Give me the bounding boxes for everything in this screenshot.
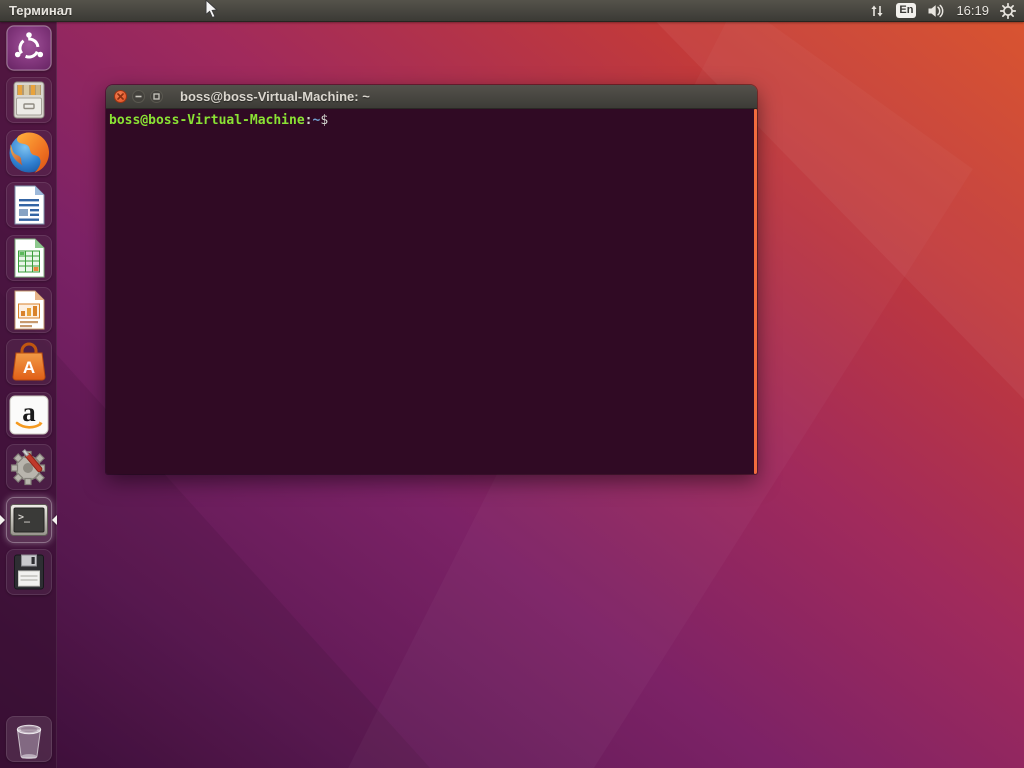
launcher-item-dash[interactable] <box>6 25 52 71</box>
amazon-icon: a <box>6 392 52 438</box>
terminal-prompt: boss@boss-Virtual-Machine:~$ <box>109 113 328 128</box>
files-icon <box>6 77 52 123</box>
panel-app-title[interactable]: Терминал <box>0 3 72 18</box>
system-settings-icon <box>6 444 52 490</box>
terminal-focused-indicator-arrow <box>52 515 57 525</box>
launcher-item-amazon[interactable]: a <box>6 392 52 438</box>
ubuntu-software-icon: A <box>6 339 52 385</box>
libreoffice-calc-icon <box>6 235 52 281</box>
text-input-arrows-icon[interactable] <box>869 3 885 19</box>
launcher-item-libreoffice-calc[interactable] <box>6 235 52 281</box>
launcher-item-libreoffice-impress[interactable] <box>6 287 52 333</box>
launcher-item-ubuntu-software[interactable]: A <box>6 339 52 385</box>
terminal-prompt-glyph: >_ <box>18 512 31 523</box>
volume-icon[interactable] <box>927 3 945 19</box>
prompt-symbol: $ <box>320 113 328 128</box>
maximize-button[interactable] <box>150 90 163 103</box>
launcher-item-trash[interactable] <box>6 716 52 762</box>
libreoffice-writer-icon <box>6 182 52 228</box>
terminal-body[interactable]: boss@boss-Virtual-Machine:~$ <box>106 109 757 474</box>
terminal-icon: >_ <box>6 497 52 543</box>
terminal-window-title: boss@boss-Virtual-Machine: ~ <box>180 89 370 104</box>
terminal-titlebar[interactable]: boss@boss-Virtual-Machine: ~ <box>106 85 757 109</box>
session-gear-icon[interactable] <box>1000 3 1016 19</box>
keyboard-layout-badge[interactable]: En <box>896 3 916 18</box>
clock[interactable]: 16:19 <box>956 3 989 18</box>
launcher-item-floppy[interactable] <box>6 549 52 595</box>
launcher-item-files[interactable] <box>6 77 52 123</box>
terminal-window: boss@boss-Virtual-Machine: ~ boss@boss-V… <box>106 85 757 474</box>
terminal-running-indicator-arrow <box>0 515 5 525</box>
libreoffice-impress-icon <box>6 287 52 333</box>
top-panel: Терминал En 16:19 <box>0 0 1024 22</box>
terminal-scrollbar[interactable] <box>754 109 757 474</box>
launcher-item-firefox[interactable] <box>6 130 52 176</box>
minimize-button[interactable] <box>132 90 145 103</box>
ubuntu-dash-icon <box>6 25 52 71</box>
floppy-disk-icon <box>6 549 52 595</box>
trash-icon <box>6 716 52 762</box>
launcher-item-system-settings[interactable] <box>6 444 52 490</box>
prompt-user-host: boss@boss-Virtual-Machine <box>109 113 305 128</box>
firefox-icon <box>6 130 52 176</box>
close-button[interactable] <box>114 90 127 103</box>
launcher: A a <box>0 22 57 768</box>
prompt-separator: : <box>305 113 313 128</box>
launcher-item-terminal[interactable]: >_ <box>6 497 52 543</box>
desktop: Терминал En 16:19 <box>0 0 1024 768</box>
panel-tray: En 16:19 <box>869 3 1024 19</box>
amazon-letter: a <box>22 397 36 427</box>
software-letter: A <box>22 358 34 377</box>
launcher-item-libreoffice-writer[interactable] <box>6 182 52 228</box>
